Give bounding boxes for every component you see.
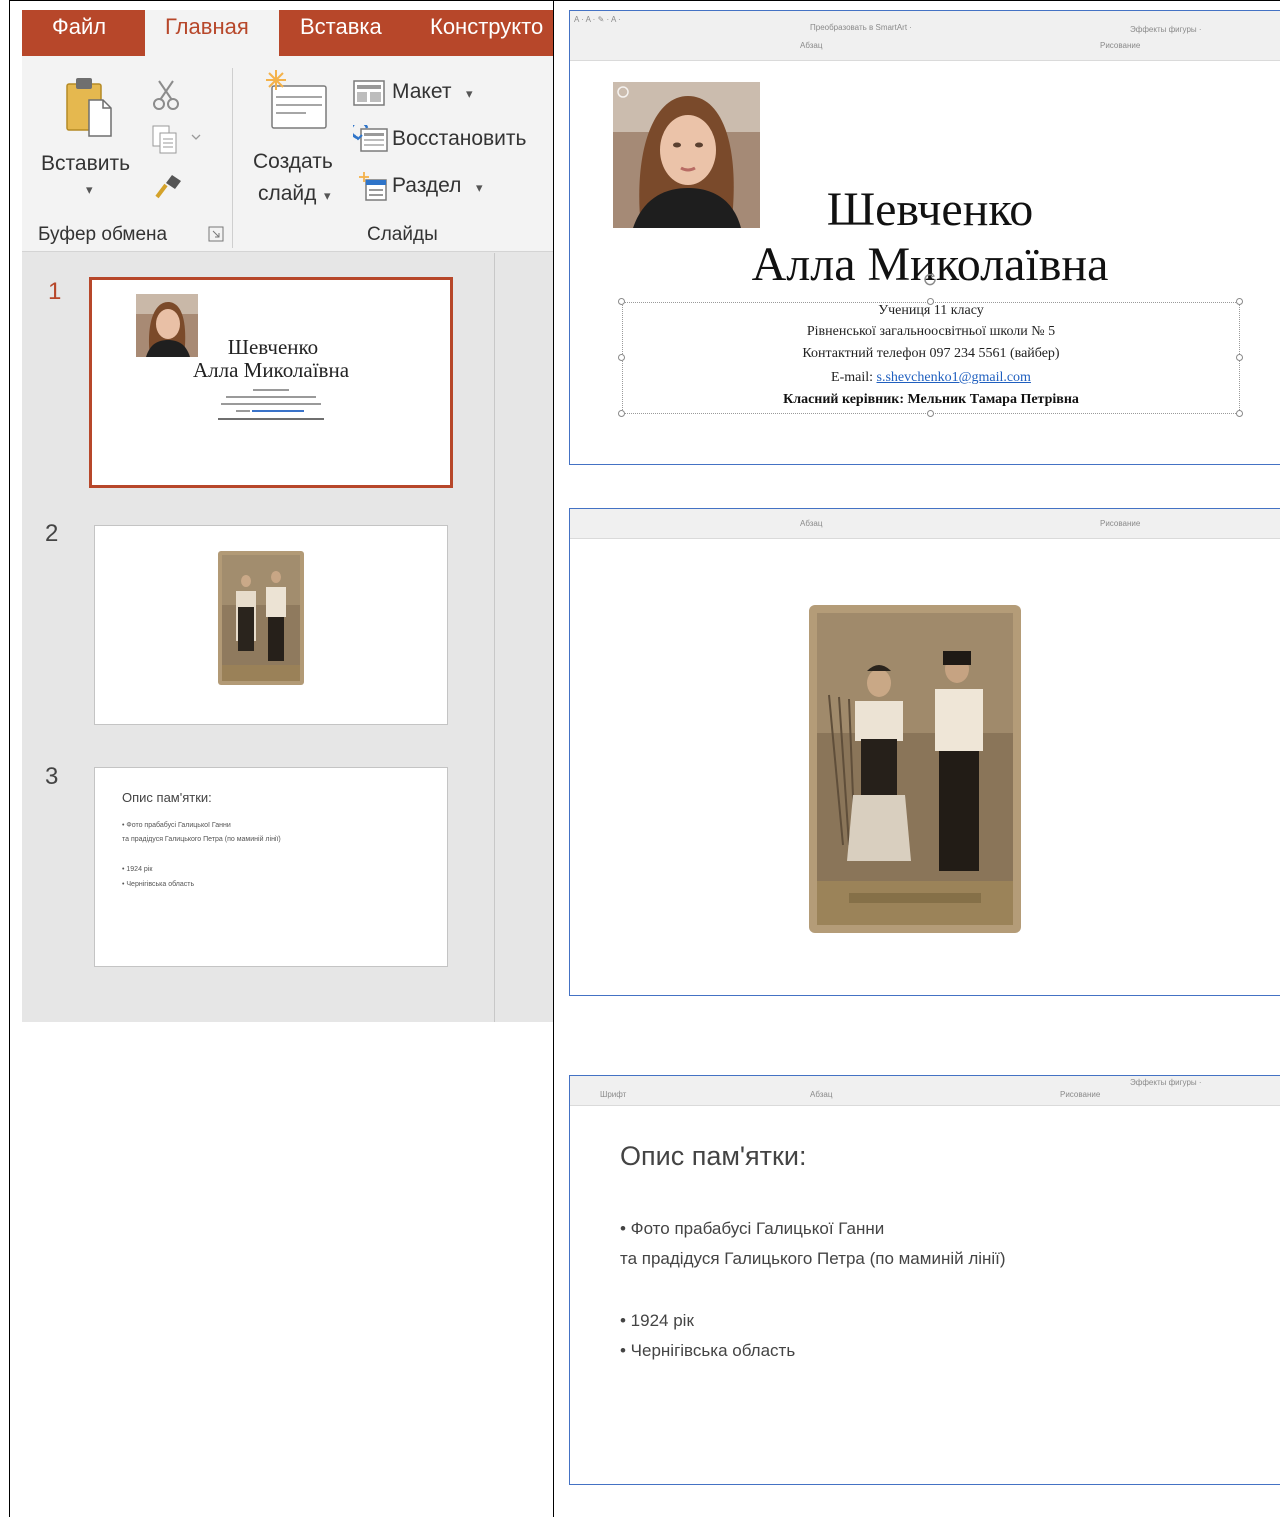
- resize-handle[interactable]: [927, 410, 934, 417]
- section-button-label[interactable]: Раздел: [392, 174, 461, 198]
- new-slide-icon[interactable]: [262, 68, 328, 132]
- thumb3-line1: • Фото прабабусі Галицької Ганни: [122, 822, 231, 829]
- slide3-bullet-3: • Чернігівська область: [620, 1341, 796, 1360]
- new-slide-label-line1[interactable]: Создать: [253, 150, 333, 174]
- layout-chevron-down-icon[interactable]: ▾: [466, 86, 473, 102]
- powerpoint-window: Файл Главная Вставка Конструкто Вставить…: [22, 10, 553, 1022]
- slide1-email-line: E-mail: s.shevchenko1@gmail.com: [622, 370, 1240, 386]
- frame-border-left: [9, 0, 10, 1517]
- slide3-title: Опис пам'ятки:: [620, 1141, 807, 1171]
- tab-design[interactable]: Конструкто: [430, 10, 543, 56]
- slide-1-capture: A · A · ✎ · A · Преобразовать в SmartArt…: [569, 10, 1280, 465]
- slide1-info-line1: Учениця 11 класу: [878, 303, 984, 318]
- rotate-handle-icon[interactable]: [924, 272, 938, 289]
- slide-number-3: 3: [45, 763, 59, 790]
- email-link[interactable]: s.shevchenko1@gmail.com: [877, 370, 1031, 385]
- cut-icon[interactable]: [150, 80, 184, 110]
- paste-button-label[interactable]: Вставить: [41, 152, 130, 176]
- thumb3-title: Опис пам'ятки:: [122, 790, 212, 805]
- slide-thumbnail-2[interactable]: [94, 525, 448, 725]
- ribbon-home: Вставить ▾ Буфер обмена Создать слайд ▾ …: [22, 56, 553, 252]
- slide3-bullet-2: • 1924 рік: [620, 1311, 694, 1330]
- slide1-info-line2: Рівненської загальноосвітньої школи № 5: [806, 324, 1056, 339]
- thumb1-name-line2: Алла Миколаївна: [192, 358, 350, 382]
- slides-group-label: Слайды: [367, 224, 438, 245]
- paste-icon[interactable]: [64, 72, 114, 138]
- old-family-photo: [218, 551, 304, 685]
- tab-file[interactable]: Файл: [52, 10, 106, 56]
- slide1-info-line3: Контактний телефон 097 234 5561 (вайбер): [802, 346, 1060, 361]
- thumb1-info-text: [218, 389, 324, 433]
- slide3-bullet-1: • Фото прабабусі Галицької Ганни: [620, 1219, 885, 1238]
- copy-icon[interactable]: [152, 125, 202, 155]
- layout-button-label[interactable]: Макет: [392, 80, 451, 104]
- slide-thumbnail-1[interactable]: Шевченко Алла Миколаївна: [89, 277, 453, 488]
- resize-handle[interactable]: [618, 410, 625, 417]
- tab-home[interactable]: Главная: [145, 10, 279, 56]
- ribbon-fragment: A · A · ✎ · A · Преобразовать в SmartArt…: [570, 11, 1280, 61]
- tab-insert[interactable]: Вставка: [300, 10, 382, 56]
- slide-2-capture: Абзац Рисование: [569, 508, 1280, 996]
- slide-number-1: 1: [48, 278, 62, 305]
- resize-handle[interactable]: [1236, 410, 1243, 417]
- group-separator: [232, 68, 233, 248]
- thumb1-name-line1: Шевченко: [227, 335, 319, 359]
- new-slide-chevron-down-icon[interactable]: ▾: [324, 188, 331, 204]
- section-icon[interactable]: [358, 170, 388, 202]
- portrait-photo: [613, 82, 760, 228]
- old-family-photo: [809, 605, 1021, 933]
- dialog-launcher-icon[interactable]: [208, 226, 224, 242]
- new-slide-label-line2[interactable]: слайд: [258, 182, 316, 206]
- slide1-name-line1: Шевченко: [826, 183, 1034, 236]
- clipboard-group-label: Буфер обмена: [38, 224, 168, 245]
- thumb3-line4: • Чернігівська область: [122, 881, 195, 888]
- reset-button-label[interactable]: Восстановить: [392, 127, 526, 151]
- frame-border-top: [9, 0, 1280, 1]
- slide-number-2: 2: [45, 520, 59, 547]
- ribbon-tab-bar: Файл Главная Вставка Конструкто: [22, 10, 553, 56]
- thumb3-line3: • 1924 рік: [122, 866, 153, 873]
- pane-splitter[interactable]: [494, 253, 495, 1022]
- slide-3-capture: Шрифт Абзац Рисование Эффекты фигуры · О…: [569, 1075, 1280, 1485]
- thumb3-line2: та прадідуся Галицького Петра (по мамині…: [122, 836, 281, 843]
- ribbon-fragment: Шрифт Абзац Рисование Эффекты фигуры ·: [570, 1076, 1280, 1106]
- format-painter-icon[interactable]: [154, 172, 186, 200]
- slide3-bullet-1-continued: та прадідуся Галицького Петра (по мамині…: [620, 1249, 1006, 1268]
- slide-thumbnail-3[interactable]: Опис пам'ятки: • Фото прабабусі Галицько…: [94, 767, 448, 967]
- layout-icon[interactable]: [353, 80, 387, 108]
- paste-chevron-down-icon[interactable]: ▾: [86, 182, 93, 198]
- ribbon-fragment: Абзац Рисование: [570, 509, 1280, 539]
- slide1-teacher-line: Класний керівник: Мельник Тамара Петрівн…: [783, 392, 1079, 407]
- frame-border-middle: [553, 0, 554, 1517]
- reset-icon[interactable]: [350, 120, 389, 155]
- section-chevron-down-icon[interactable]: ▾: [476, 180, 483, 196]
- email-label: E-mail:: [831, 370, 877, 385]
